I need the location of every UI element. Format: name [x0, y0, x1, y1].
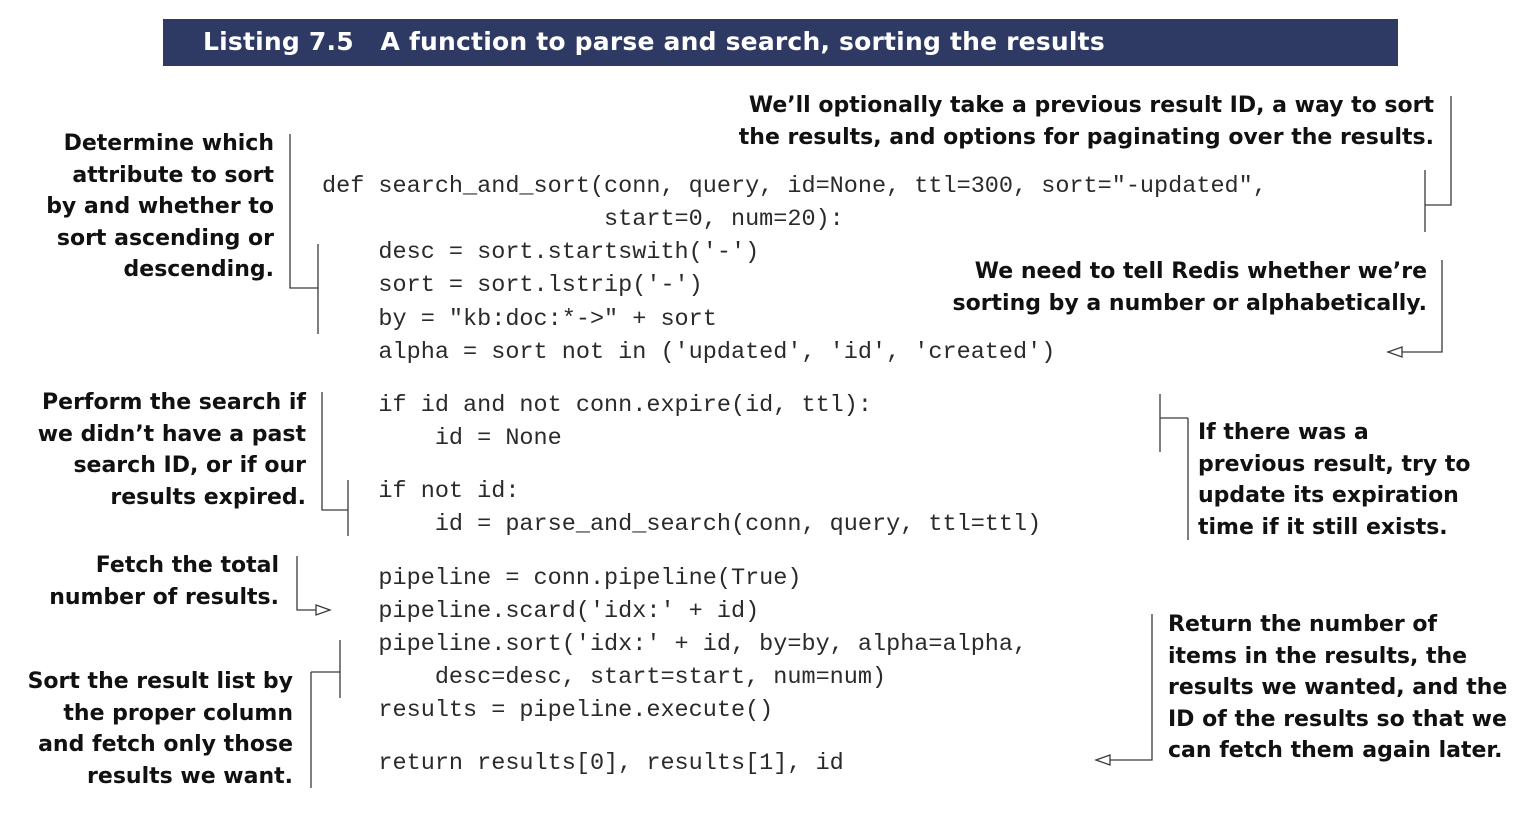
bracket-perform-search	[321, 392, 349, 536]
leader-lines	[289, 96, 1452, 788]
bracket-determine-sort	[289, 134, 319, 334]
arrowhead-return-results	[1094, 754, 1111, 766]
arrowhead-fetch-total	[315, 604, 332, 616]
arrow-tell-redis	[1402, 260, 1443, 353]
arrow-fetch-total	[296, 556, 316, 611]
bracket-sort-results	[310, 640, 341, 788]
arrowhead-tell-redis	[1386, 346, 1403, 358]
bracket-update-expiration	[1159, 394, 1189, 540]
bracket-optional-args	[1424, 96, 1452, 232]
arrow-return-results	[1110, 614, 1153, 761]
